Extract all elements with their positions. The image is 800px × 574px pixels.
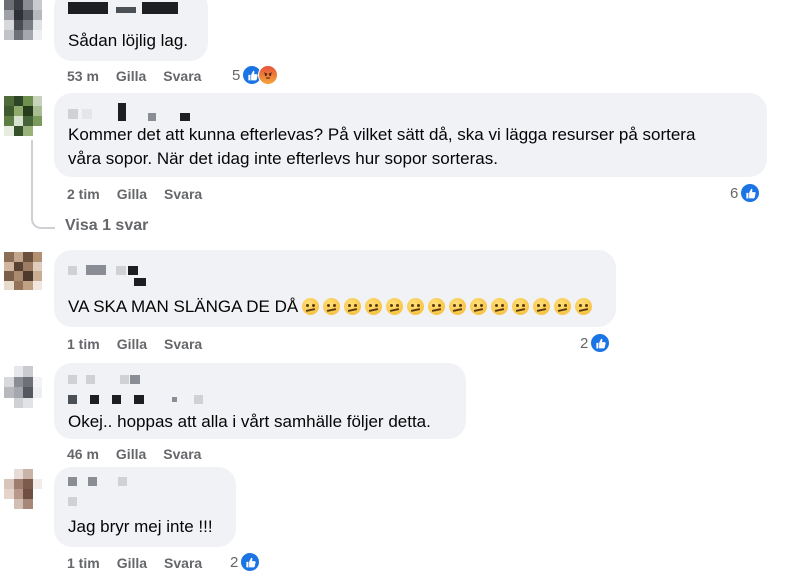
reply-button[interactable]: Svara [164,336,202,352]
comment-bubble: Jag bryr mej inte !!! [54,467,236,547]
confused-face-emoji [554,298,572,315]
confused-face-emoji [386,298,404,315]
author-name-redacted[interactable] [68,2,178,16]
author-name-redacted[interactable] [68,375,208,405]
comment-bubble: Okej.. hoppas att alla i vårt samhälle f… [54,363,466,439]
confused-face-emoji [323,298,341,315]
timestamp[interactable]: 1 tim [67,555,100,571]
reaction-count: 2 [230,553,239,571]
like-button[interactable]: Gilla [117,186,147,202]
reaction-summary[interactable]: 2 [230,552,261,572]
comment-actions: 1 tim Gilla Svara [67,336,202,352]
comment-text-line-1: Kommer det att kunna efterlevas? På vilk… [68,125,696,144]
timestamp[interactable]: 53 m [67,68,99,84]
like-button[interactable]: Gilla [117,555,147,571]
comment-actions: 53 m Gilla Svara [67,68,201,84]
reply-button[interactable]: Svara [163,68,201,84]
reaction-summary[interactable]: 6 [730,183,761,203]
comment-text-line-2: våra sopor. När det idag inte efterlevs … [68,149,498,168]
comment-text: Sådan löjlig lag. [68,31,189,50]
angry-icon [258,65,279,85]
reaction-count: 2 [580,334,589,352]
like-icon [740,183,761,203]
reply-button[interactable]: Svara [163,446,201,462]
timestamp[interactable]: 1 tim [67,336,100,352]
comment-text: Jag bryr mej inte !!! [68,517,213,536]
confused-face-emoji [344,298,362,315]
like-icon [590,333,611,353]
comment-bubble: Sådan löjlig lag. [54,0,208,61]
comment-actions: 46 m Gilla Svara [67,446,201,462]
author-name-redacted[interactable] [68,477,148,507]
confused-face-emoji [407,298,425,315]
confused-face-emoji [449,298,467,315]
like-button[interactable]: Gilla [116,68,146,84]
avatar[interactable] [4,366,42,408]
confused-face-emoji [491,298,509,315]
like-button[interactable]: Gilla [116,446,146,462]
timestamp[interactable]: 2 tim [67,186,100,202]
timestamp[interactable]: 46 m [67,446,99,462]
confused-face-emoji [512,298,530,315]
avatar[interactable] [4,469,42,509]
reaction-count: 6 [730,184,739,202]
avatar[interactable] [4,0,42,40]
like-icon [240,552,261,572]
reply-button[interactable]: Svara [164,186,202,202]
confused-face-emoji [302,298,320,315]
comment-actions: 2 tim Gilla Svara [67,186,202,202]
emoji-row [298,297,593,316]
comment-text: VA SKA MAN SLÄNGA DE DÅ [68,295,593,319]
author-name-redacted[interactable] [68,103,198,121]
show-replies-link[interactable]: Visa 1 svar [65,217,148,235]
author-name-redacted[interactable] [68,263,148,286]
reaction-summary[interactable]: 5 [232,65,279,85]
reply-button[interactable]: Svara [164,555,202,571]
comment-actions: 1 tim Gilla Svara [67,555,202,571]
confused-face-emoji [365,298,383,315]
confused-face-emoji [428,298,446,315]
reaction-count: 5 [232,66,241,84]
avatar[interactable] [4,252,42,290]
confused-face-emoji [470,298,488,315]
comment-bubble: Kommer det att kunna efterlevas? På vilk… [54,93,767,177]
thread-line [31,140,55,229]
avatar[interactable] [4,96,42,136]
like-button[interactable]: Gilla [117,336,147,352]
comment-text-content: VA SKA MAN SLÄNGA DE DÅ [68,297,299,316]
confused-face-emoji [575,298,593,315]
reaction-summary[interactable]: 2 [580,333,611,353]
comment-bubble: VA SKA MAN SLÄNGA DE DÅ [54,250,616,327]
confused-face-emoji [533,298,551,315]
comment-text: Okej.. hoppas att alla i vårt samhälle f… [68,412,431,431]
